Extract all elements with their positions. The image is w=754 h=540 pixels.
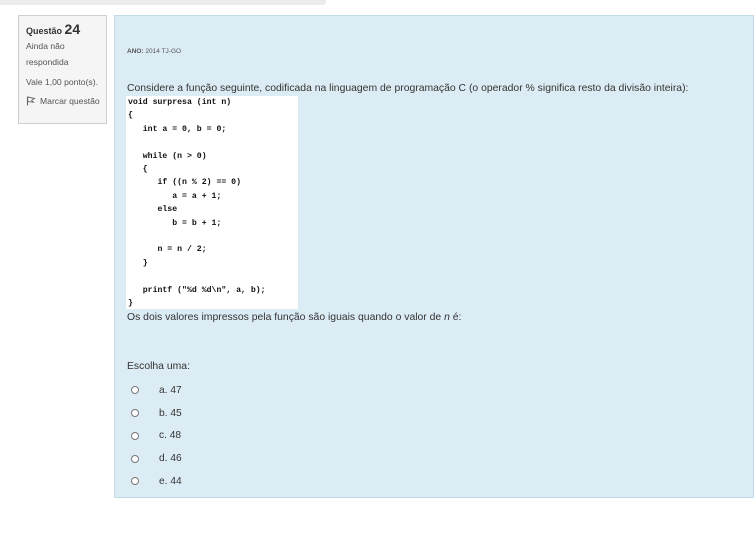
flag-question-label[interactable]: Marcar questão (40, 96, 100, 106)
answer-option-a[interactable]: a. 47 (131, 379, 431, 402)
question-label: Questão (26, 26, 63, 36)
question-number: 24 (64, 21, 81, 37)
question-content: ANO: 2014 TJ-GO Considere a função segui… (114, 15, 754, 498)
answer-options: a. 47 b. 45 c. 48 d. 46 e. 44 (131, 379, 431, 493)
answer-option-b[interactable]: b. 45 (131, 402, 431, 425)
year-value: 2014 TJ-GO (145, 48, 182, 55)
choose-label: Escolha uma: (127, 361, 190, 372)
question-year: ANO: 2014 TJ-GO (127, 48, 181, 55)
answer-option-d[interactable]: d. 46 (131, 447, 431, 470)
radio-button[interactable] (131, 431, 139, 440)
question-prompt-after: é: (449, 312, 462, 323)
question-statement: Considere a função seguinte, codificada … (127, 83, 689, 94)
question-prompt: Os dois valores impressos pela função sã… (127, 312, 461, 323)
answer-label[interactable]: d. 46 (159, 453, 182, 464)
year-label: ANO: (127, 48, 144, 55)
question-number-heading: Questão 24 (26, 21, 106, 37)
answer-label[interactable]: c. 48 (159, 430, 181, 441)
radio-button[interactable] (131, 477, 139, 486)
top-scroll-bar (0, 0, 326, 5)
answer-label[interactable]: b. 45 (159, 408, 182, 419)
answer-option-e[interactable]: e. 44 (131, 470, 431, 493)
question-grade: Vale 1,00 ponto(s). (26, 77, 98, 87)
flag-icon (26, 96, 36, 106)
radio-button[interactable] (131, 454, 139, 463)
radio-button[interactable] (131, 386, 139, 395)
code-block: void surpresa (int n) { int a = 0, b = 0… (126, 96, 298, 309)
question-prompt-before: Os dois valores impressos pela função sã… (127, 312, 445, 323)
question-state-line1: Ainda não (26, 41, 65, 51)
question-state: Ainda não respondida (26, 39, 106, 70)
question-state-line2: respondida (26, 56, 69, 67)
answer-label[interactable]: a. 47 (159, 385, 182, 396)
question-info-panel: Questão 24 Ainda não respondida Vale 1,0… (18, 15, 107, 124)
flag-question-link[interactable]: Marcar questão (26, 96, 106, 106)
radio-button[interactable] (131, 409, 139, 418)
answer-option-c[interactable]: c. 48 (131, 425, 431, 448)
answer-label[interactable]: e. 44 (159, 476, 182, 487)
